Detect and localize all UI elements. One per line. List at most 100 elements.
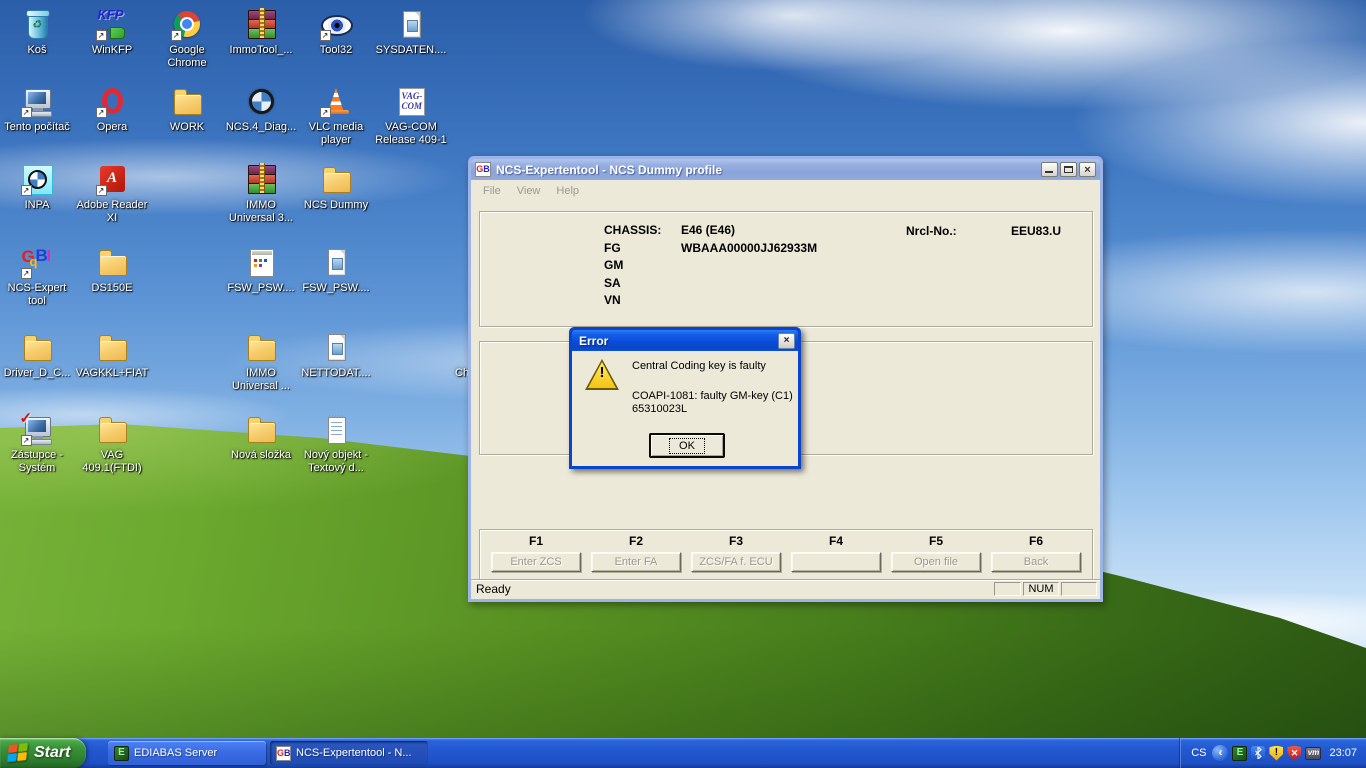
- desktop-icon[interactable]: FSW_PSW....: [299, 246, 373, 295]
- vehicle-info-row: CHASSIS: E46 (E46): [480, 223, 1092, 241]
- desktop-icon-label: INPA: [25, 199, 50, 212]
- desktop-icon[interactable]: Driver_D_C...: [0, 331, 74, 380]
- desktop-icon[interactable]: VLC media player: [299, 85, 373, 147]
- desktop-icon[interactable]: IMMO Universal ...: [224, 331, 298, 393]
- desktop-icon[interactable]: WinKFP: [75, 8, 149, 57]
- desktop-icon-image: [21, 85, 54, 118]
- vehicle-info-rows: CHASSIS: E46 (E46) FG WBAAA00000JJ62933M…: [480, 223, 1092, 311]
- tray-icon[interactable]: ✕: [1287, 746, 1301, 761]
- desktop-icon[interactable]: NETTODAT....: [299, 331, 373, 380]
- desktop-icon[interactable]: Koš: [0, 8, 74, 57]
- desktop-icon-image: [320, 413, 353, 446]
- ok-button[interactable]: OK: [649, 433, 725, 458]
- desktop-icon[interactable]: Nová složka: [224, 413, 298, 462]
- error-close-icon[interactable]: ×: [778, 333, 795, 349]
- menu-item[interactable]: View: [510, 183, 548, 199]
- desktop-icon-label: VAG-COM Release 409-1: [374, 121, 448, 147]
- taskbar-button-icon: GB: [276, 746, 291, 761]
- desktop-icon-image: [245, 163, 278, 196]
- desktop-icon-label: WORK: [170, 121, 204, 134]
- window-titlebar[interactable]: GB NCS-Expertentool - NCS Dummy profile …: [471, 159, 1100, 180]
- function-key-label: F4: [829, 534, 843, 548]
- taskbar: Start E EDIABAS Server GB NCS-Expertento…: [0, 738, 1366, 768]
- vehicle-info-label: SA: [604, 276, 621, 290]
- function-key-button[interactable]: Open file: [891, 552, 981, 572]
- desktop-icon-image: [96, 85, 129, 118]
- desktop-icon-label: FSW_PSW....: [227, 282, 294, 295]
- caption-buttons: ×: [1041, 162, 1096, 177]
- desktop-icon-image: [96, 163, 129, 196]
- function-key-button[interactable]: [791, 552, 881, 572]
- desktop-icon[interactable]: VAG 409.1(FTDI): [75, 413, 149, 475]
- language-indicator[interactable]: CS: [1191, 747, 1206, 759]
- function-key-label: F5: [929, 534, 943, 548]
- taskbar-window-button[interactable]: GB NCS-Expertentool - N...: [270, 741, 428, 765]
- desktop-icon[interactable]: Nový objekt - Textový d...: [299, 413, 373, 475]
- desktop-icon[interactable]: SYSDATEN....: [374, 8, 448, 57]
- start-button-label: Start: [34, 744, 70, 762]
- desktop-icon[interactable]: ImmoTool_...: [224, 8, 298, 57]
- desktop-icon[interactable]: IMMO Universal 3...: [224, 163, 298, 225]
- desktop-icon[interactable]: Opera: [75, 85, 149, 134]
- desktop-icon[interactable]: Adobe Reader XI: [75, 163, 149, 225]
- function-key-button[interactable]: ZCS/FA f. ECU: [691, 552, 781, 572]
- clock[interactable]: 23:07: [1329, 747, 1357, 759]
- desktop-icon-image: [96, 413, 129, 446]
- desktop-icon-image: ✓: [21, 413, 54, 446]
- desktop-icon[interactable]: GqBI NCS-Expert tool: [0, 246, 74, 308]
- vehicle-info-label: GM: [604, 258, 623, 272]
- tray-icon[interactable]: vm: [1305, 747, 1321, 760]
- desktop-icon[interactable]: DS150E: [75, 246, 149, 295]
- desktop-icon[interactable]: INPA: [0, 163, 74, 212]
- tray-icon[interactable]: ‹: [1212, 745, 1228, 761]
- menu-bar: File View Help: [471, 180, 1100, 202]
- minimize-button[interactable]: [1041, 162, 1058, 177]
- desktop-icon-label: Nový objekt - Textový d...: [299, 449, 373, 475]
- desktop-icon-image: [21, 8, 54, 41]
- error-dialog-title: Error: [579, 334, 778, 348]
- desktop-icon-image: [96, 8, 129, 41]
- desktop-icon-image: [21, 331, 54, 364]
- function-key-label: F6: [1029, 534, 1043, 548]
- tray-icon[interactable]: E: [1232, 746, 1247, 761]
- function-key-label: F1: [529, 534, 543, 548]
- vehicle-info-row: FG WBAAA00000JJ62933M: [480, 241, 1092, 259]
- menu-item[interactable]: Help: [549, 183, 586, 199]
- taskbar-window-button[interactable]: E EDIABAS Server: [108, 741, 266, 765]
- function-key-button[interactable]: Enter ZCS: [491, 552, 581, 572]
- desktop-icon-image: GqBI: [21, 246, 54, 279]
- function-key-button[interactable]: Enter FA: [591, 552, 681, 572]
- desktop-icon-label: IMMO Universal 3...: [224, 199, 298, 225]
- error-dialog-titlebar[interactable]: Error ×: [572, 330, 798, 351]
- desktop-icon[interactable]: NCS.4_Diag...: [224, 85, 298, 134]
- start-button[interactable]: Start: [0, 738, 86, 768]
- desktop-icon[interactable]: VAGKKL+FIAT: [75, 331, 149, 380]
- tray-icon[interactable]: [1251, 746, 1265, 761]
- function-key-label: F3: [729, 534, 743, 548]
- desktop-icon-label: NCS.4_Diag...: [226, 121, 296, 134]
- desktop-icon-label: Google Chrome: [150, 44, 224, 70]
- desktop-icon[interactable]: WORK: [150, 85, 224, 134]
- desktop-icon[interactable]: NCS Dummy: [299, 163, 373, 212]
- desktop-icon-image: [320, 8, 353, 41]
- desktop-icon[interactable]: Google Chrome: [150, 8, 224, 70]
- maximize-button[interactable]: [1060, 162, 1077, 177]
- close-button[interactable]: ×: [1079, 162, 1096, 177]
- desktop-icon[interactable]: Tento počítač: [0, 85, 74, 134]
- desktop-icon-image: [96, 246, 129, 279]
- windows-logo-icon: [7, 743, 29, 763]
- status-panels: NUM: [994, 582, 1097, 596]
- desktop-icon-label: Nová složka: [231, 449, 291, 462]
- desktop-icon[interactable]: FSW_PSW....: [224, 246, 298, 295]
- menu-item[interactable]: File: [476, 183, 508, 199]
- vehicle-info-row: VN: [480, 293, 1092, 311]
- status-panel-empty: [994, 582, 1021, 596]
- desktop-icon[interactable]: Tool32: [299, 8, 373, 57]
- function-key-button[interactable]: Back: [991, 552, 1081, 572]
- desktop-icon[interactable]: ✓ Zástupce - Systém: [0, 413, 74, 475]
- tray-icon[interactable]: !: [1269, 746, 1283, 761]
- taskbar-button-icon: E: [114, 746, 129, 761]
- desktop-icon[interactable]: VAG-COM Release 409-1: [374, 85, 448, 147]
- vehicle-info-value: WBAAA00000JJ62933M: [681, 241, 817, 255]
- desktop-icon-image: [320, 85, 353, 118]
